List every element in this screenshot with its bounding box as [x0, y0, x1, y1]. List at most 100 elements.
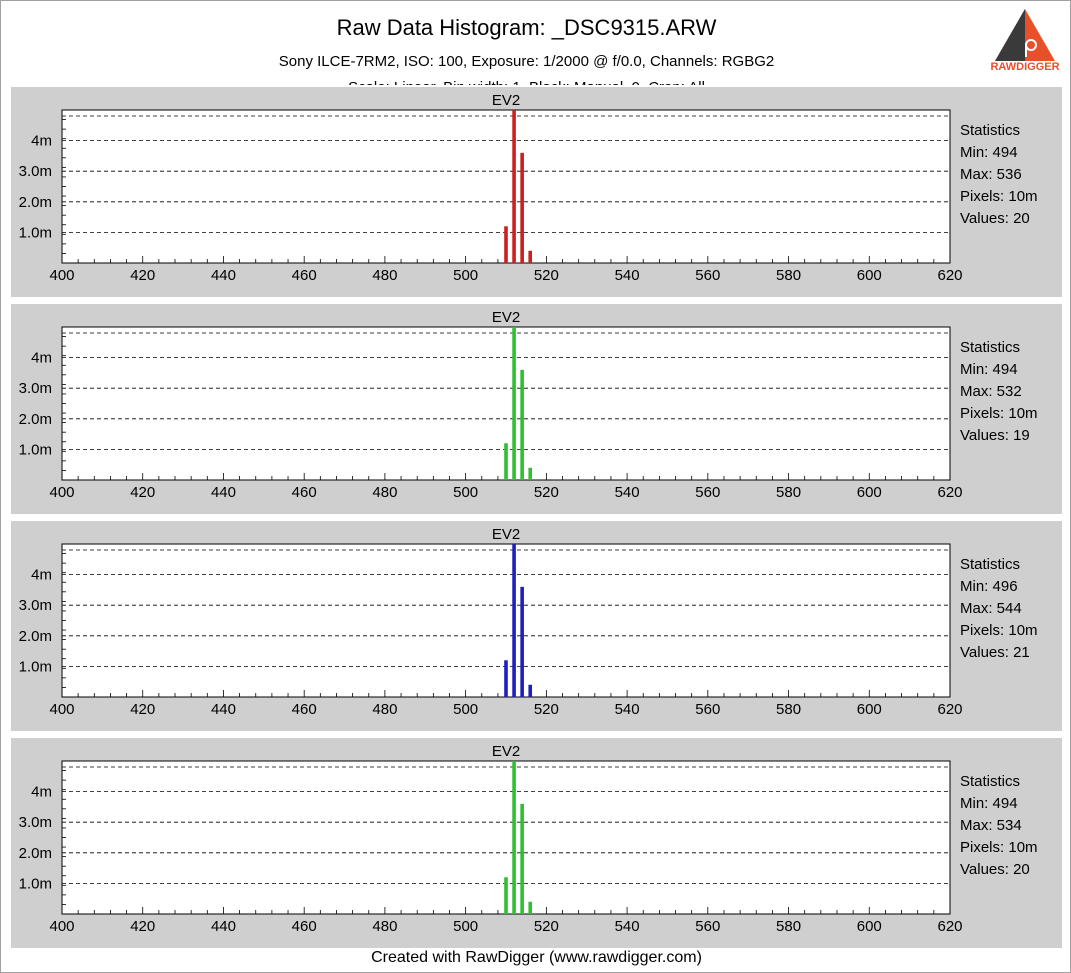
chart0-xtick-label-2: 440 [211, 267, 236, 284]
chart2-xtick-label-0: 400 [49, 701, 74, 718]
chart0-bar-512 [512, 110, 516, 263]
chart3-stat-2: Max: 534 [960, 817, 1022, 834]
chart2-xtick-label-8: 560 [695, 701, 720, 718]
chart2-xtick-label-6: 520 [534, 701, 559, 718]
chart3-bar-516 [528, 901, 533, 914]
chart3-xtick-label-1: 420 [130, 918, 155, 935]
chart0-ytick-label-1: 2.0m [19, 194, 52, 211]
chart2-stat-2: Max: 544 [960, 600, 1022, 617]
chart1-xtick-label-1: 420 [130, 484, 155, 501]
histogram-report: Raw Data Histogram: _DSC9315.ARW Sony IL… [0, 0, 1071, 973]
chart2-ytick-label-2: 3.0m [19, 597, 52, 614]
chart2-bar-514 [520, 586, 524, 697]
chart0-bar-516 [528, 250, 533, 263]
chart0-stat-1: Min: 494 [960, 144, 1018, 161]
chart1-xtick-label-6: 520 [534, 484, 559, 501]
chart2-stat-4: Values: 21 [960, 644, 1030, 661]
chart3-stat-1: Min: 494 [960, 795, 1018, 812]
chart3-stat-4: Values: 20 [960, 861, 1030, 878]
chart0-stat-3: Pixels: 10m [960, 188, 1038, 205]
chart0-stat-2: Max: 536 [960, 166, 1022, 183]
chart1-xtick-label-8: 560 [695, 484, 720, 501]
chart0-xtick-label-7: 540 [615, 267, 640, 284]
chart2-ytick-label-1: 2.0m [19, 628, 52, 645]
chart1-stat-0: Statistics [960, 339, 1020, 356]
chart1-xtick-label-9: 580 [776, 484, 801, 501]
histogram-panel-red: 1.0m 2.0m 3.0m 4m 400 420 440 460 480 500 520 540 56… [11, 87, 1062, 297]
chart1-ytick-label-2: 3.0m [19, 380, 52, 397]
chart0-stat-4: Values: 20 [960, 210, 1030, 227]
histogram-chart-green: 1.0m 2.0m 3.0m 4m 400 420 440 460 480 500 520 540 56… [19, 309, 1038, 501]
chart0-xtick-label-1: 420 [130, 267, 155, 284]
chart0-title: EV2 [492, 92, 520, 109]
histogram-chart-red: 1.0m 2.0m 3.0m 4m 400 420 440 460 480 500 520 540 56… [19, 92, 1038, 284]
chart1-stat-2: Max: 532 [960, 383, 1022, 400]
chart3-xtick-label-9: 580 [776, 918, 801, 935]
chart3-ytick-label-1: 2.0m [19, 845, 52, 862]
chart1-xtick-label-2: 440 [211, 484, 236, 501]
chart3-xtick-label-8: 560 [695, 918, 720, 935]
histogram-panel-blue: 1.0m 2.0m 3.0m 4m 400 420 440 460 480 500 520 540 56… [11, 521, 1062, 731]
report-subtitle-settings: Scale: Linear, Bin width: 1, Black: Manu… [1, 79, 1052, 85]
chart0-xtick-label-9: 580 [776, 267, 801, 284]
chart3-xtick-label-2: 440 [211, 918, 236, 935]
chart3-xtick-label-6: 520 [534, 918, 559, 935]
chart1-ytick-label-3: 4m [31, 350, 52, 367]
chart2-bar-516 [528, 684, 533, 697]
chart1-stat-1: Min: 494 [960, 361, 1018, 378]
histogram-panel-green: 1.0m 2.0m 3.0m 4m 400 420 440 460 480 500 520 540 56… [11, 304, 1062, 514]
chart2-xtick-label-5: 500 [453, 701, 478, 718]
histogram-chart-blue: 1.0m 2.0m 3.0m 4m 400 420 440 460 480 500 520 540 56… [19, 526, 1038, 718]
chart2-xtick-label-2: 440 [211, 701, 236, 718]
chart3-xtick-label-3: 460 [292, 918, 317, 935]
chart1-bar-510 [504, 443, 508, 480]
chart2-xtick-label-11: 620 [937, 701, 962, 718]
chart0-xtick-label-0: 400 [49, 267, 74, 284]
chart3-xtick-label-5: 500 [453, 918, 478, 935]
chart2-bar-512 [512, 544, 516, 697]
chart1-bar-514 [520, 369, 524, 480]
chart0-ytick-label-2: 3.0m [19, 163, 52, 180]
chart3-bar-510 [504, 877, 508, 914]
report-title: Raw Data Histogram: _DSC9315.ARW [336, 15, 717, 40]
chart2-ytick-label-3: 4m [31, 567, 52, 584]
chart1-xtick-label-3: 460 [292, 484, 317, 501]
chart3-bar-512 [512, 761, 516, 914]
chart2-ytick-label-0: 1.0m [19, 658, 52, 675]
report-footer: Created with RawDigger (www.rawdigger.co… [371, 949, 702, 966]
chart1-ytick-label-0: 1.0m [19, 441, 52, 458]
chart3-title: EV2 [492, 743, 520, 760]
chart2-xtick-label-7: 540 [615, 701, 640, 718]
chart2-title: EV2 [492, 526, 520, 543]
chart0-ytick-label-0: 1.0m [19, 224, 52, 241]
chart2-stat-0: Statistics [960, 556, 1020, 573]
chart1-xtick-label-11: 620 [937, 484, 962, 501]
chart2-xtick-label-9: 580 [776, 701, 801, 718]
chart1-xtick-label-10: 600 [857, 484, 882, 501]
rawdigger-logo-text: RAWDIGGER [990, 61, 1060, 73]
chart1-stat-4: Values: 19 [960, 427, 1030, 444]
chart0-bar-510 [504, 226, 508, 263]
chart2-xtick-label-3: 460 [292, 701, 317, 718]
chart1-stat-3: Pixels: 10m [960, 405, 1038, 422]
chart2-xtick-label-4: 480 [372, 701, 397, 718]
chart1-xtick-label-0: 400 [49, 484, 74, 501]
chart3-xtick-label-7: 540 [615, 918, 640, 935]
chart0-xtick-label-4: 480 [372, 267, 397, 284]
report-subtitle: Sony ILCE-7RM2, ISO: 100, Exposure: 1/20… [278, 53, 775, 70]
chart0-xtick-label-8: 560 [695, 267, 720, 284]
chart0-xtick-label-11: 620 [937, 267, 962, 284]
chart3-xtick-label-4: 480 [372, 918, 397, 935]
chart3-ytick-label-2: 3.0m [19, 814, 52, 831]
chart3-ytick-label-3: 4m [31, 784, 52, 801]
chart3-xtick-label-11: 620 [937, 918, 962, 935]
chart1-xtick-label-5: 500 [453, 484, 478, 501]
chart0-xtick-label-6: 520 [534, 267, 559, 284]
chart0-xtick-label-5: 500 [453, 267, 478, 284]
chart3-ytick-label-0: 1.0m [19, 875, 52, 892]
chart1-ytick-label-1: 2.0m [19, 411, 52, 428]
chart0-xtick-label-3: 460 [292, 267, 317, 284]
chart0-ytick-label-3: 4m [31, 133, 52, 150]
chart2-bar-510 [504, 660, 508, 697]
chart1-xtick-label-7: 540 [615, 484, 640, 501]
